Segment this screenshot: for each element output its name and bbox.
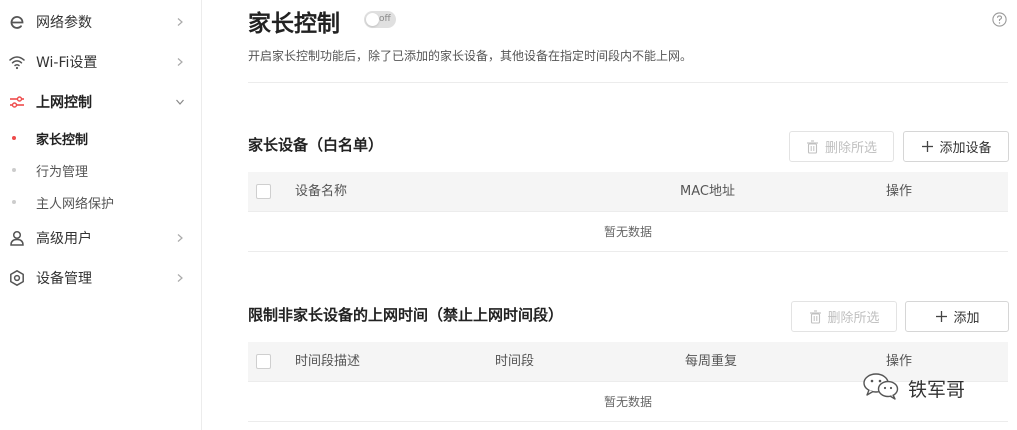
- app: 网络参数 Wi-Fi设置 上网控制 家长控制 行为管理 主人网络保护 高级用户 …: [0, 0, 1017, 430]
- plus-icon: [920, 140, 934, 154]
- chevron-right-icon: [172, 270, 188, 286]
- user-icon: [8, 229, 26, 247]
- sidebar-item-label: 高级用户: [36, 231, 92, 247]
- main-content: 家长控制 off 开启家长控制功能后，除了已添加的家长设备，其他设备在指定时间段…: [248, 0, 1009, 430]
- column-header: 设备名称: [295, 184, 348, 199]
- parent-devices-table-header: 设备名称 MAC地址 操作: [248, 172, 1008, 212]
- plus-icon: [934, 310, 948, 324]
- column-header: 操作: [886, 184, 913, 199]
- sidebar: 网络参数 Wi-Fi设置 上网控制 家长控制 行为管理 主人网络保护 高级用户 …: [0, 0, 202, 430]
- sidebar-subitem-label: 家长控制: [36, 132, 89, 148]
- sidebar-item-device-management[interactable]: 设备管理: [0, 258, 201, 298]
- chevron-right-icon: [172, 54, 188, 70]
- time-limits-title: 限制非家长设备的上网时间（禁止上网时间段）: [248, 306, 564, 324]
- column-header: 每周重复: [685, 354, 738, 369]
- gear-icon: [8, 269, 26, 287]
- divider: [248, 82, 1008, 83]
- wechat-icon: [862, 372, 900, 404]
- column-header: MAC地址: [680, 184, 735, 199]
- sidebar-item-label: 设备管理: [36, 271, 92, 287]
- sidebar-subitem-behavior-management[interactable]: 行为管理: [0, 155, 201, 185]
- sidebar-subitem-label: 主人网络保护: [36, 196, 115, 212]
- sidebar-subitem-parental-control[interactable]: 家长控制: [0, 123, 201, 153]
- empty-table-message: 暂无数据: [248, 212, 1008, 252]
- sidebar-item-internet-control[interactable]: 上网控制: [0, 82, 201, 122]
- watermark-text: 铁军哥: [908, 378, 966, 401]
- sidebar-item-network-params[interactable]: 网络参数: [0, 2, 201, 42]
- sidebar-item-label: Wi-Fi设置: [36, 55, 98, 71]
- button-label: 添加设备: [939, 141, 992, 156]
- column-header: 时间段: [495, 354, 535, 369]
- column-header: 时间段描述: [295, 354, 361, 369]
- parental-control-toggle[interactable]: off: [364, 11, 396, 28]
- button-label: 删除所选: [824, 141, 877, 156]
- sidebar-item-advanced-users[interactable]: 高级用户: [0, 218, 201, 258]
- button-label: 添加: [953, 311, 980, 326]
- sidebar-subitem-label: 行为管理: [36, 164, 89, 180]
- trash-icon: [806, 139, 820, 154]
- sidebar-item-wifi-settings[interactable]: Wi-Fi设置: [0, 42, 201, 82]
- chevron-down-icon: [172, 94, 188, 110]
- sliders-icon: [8, 93, 26, 111]
- bullet-dot: [12, 168, 16, 172]
- add-device-button[interactable]: 添加设备: [903, 131, 1009, 162]
- button-label: 删除所选: [827, 311, 880, 326]
- select-all-checkbox[interactable]: [256, 184, 271, 199]
- help-icon[interactable]: [992, 12, 1007, 27]
- add-timeslot-button[interactable]: 添加: [905, 301, 1009, 332]
- delete-selected-timeslots-button[interactable]: 删除所选: [791, 301, 897, 332]
- bullet-dot: [12, 200, 16, 204]
- watermark: 铁军哥: [862, 372, 965, 404]
- sidebar-subitem-owner-network-protection[interactable]: 主人网络保护: [0, 187, 201, 217]
- wifi-icon: [8, 53, 26, 71]
- sidebar-item-label: 上网控制: [36, 95, 92, 111]
- toggle-state-text: off: [379, 14, 391, 24]
- delete-selected-devices-button[interactable]: 删除所选: [789, 131, 894, 162]
- page-description: 开启家长控制功能后，除了已添加的家长设备，其他设备在指定时间段内不能上网。: [248, 49, 693, 63]
- network-e-icon: [8, 13, 26, 31]
- page-title: 家长控制: [248, 11, 340, 37]
- trash-icon: [808, 309, 822, 324]
- toggle-knob: [366, 13, 379, 26]
- sidebar-item-label: 网络参数: [36, 15, 92, 31]
- chevron-right-icon: [172, 14, 188, 30]
- active-dot: [12, 136, 16, 140]
- select-all-checkbox[interactable]: [256, 354, 271, 369]
- chevron-right-icon: [172, 230, 188, 246]
- parent-devices-title: 家长设备（白名单）: [248, 136, 384, 154]
